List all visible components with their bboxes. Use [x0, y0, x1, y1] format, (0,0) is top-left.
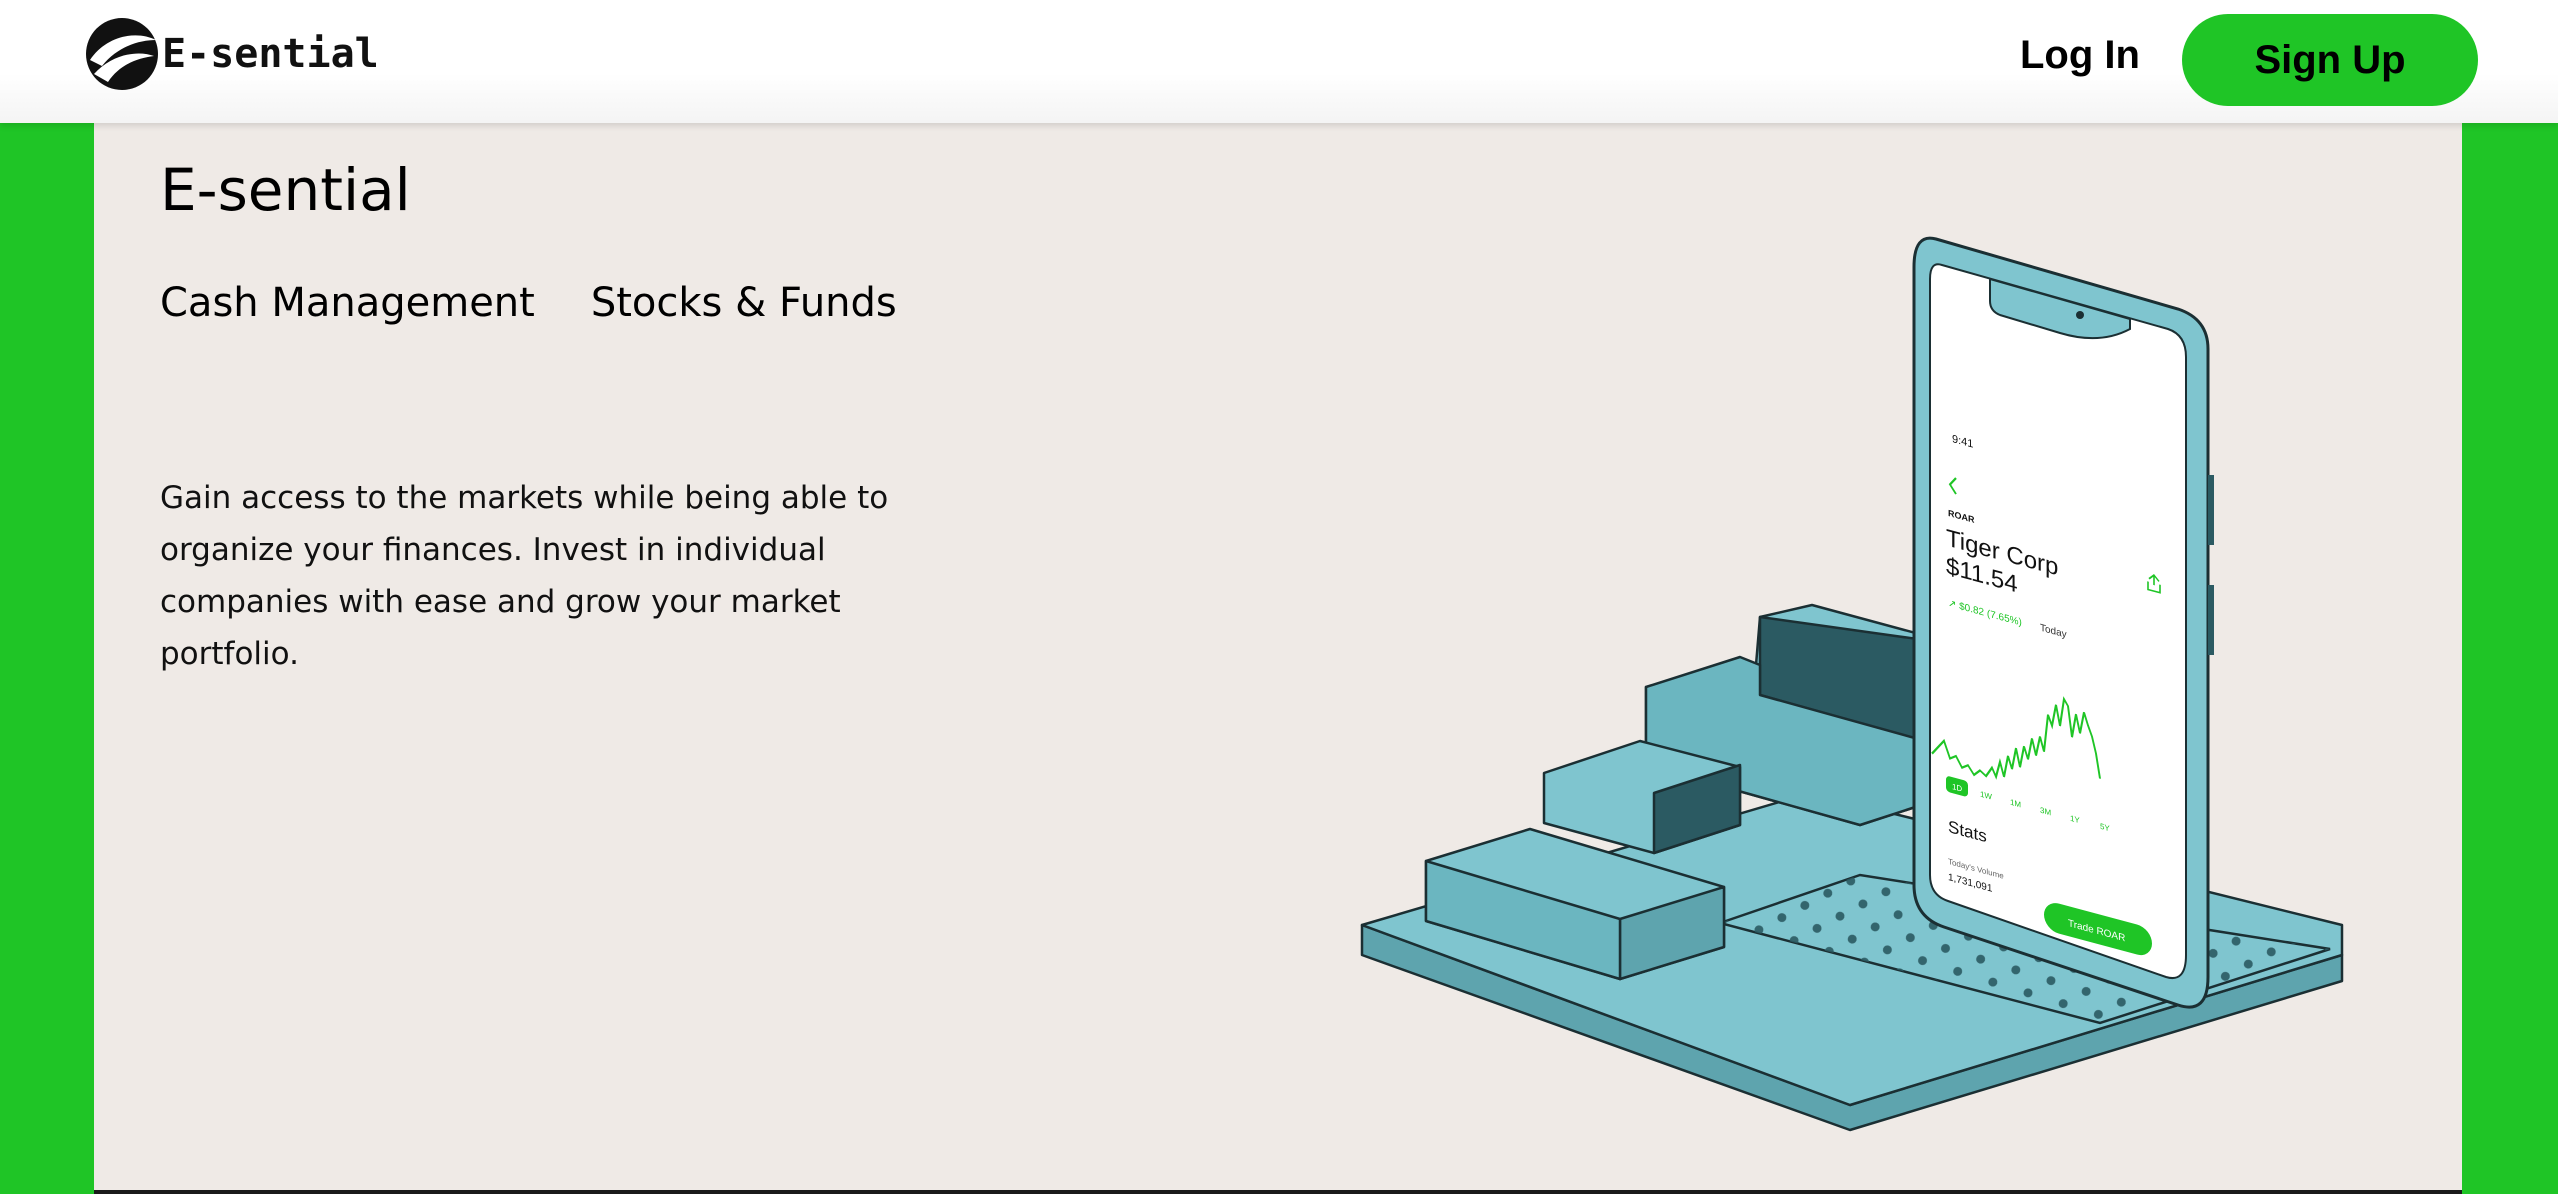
- brand-link[interactable]: E-sential: [84, 16, 379, 92]
- navbar: E-sential Log In Sign Up: [0, 0, 2558, 123]
- phone-device: [1912, 236, 2214, 1009]
- hero-title: E-sential: [160, 156, 411, 224]
- brand-logo-icon: [86, 18, 158, 90]
- hero-description: Gain access to the markets while being a…: [160, 480, 889, 672]
- page-divider: [94, 1190, 2462, 1194]
- tab-cash-management[interactable]: Cash Management: [160, 280, 535, 326]
- tab-stocks-funds[interactable]: Stocks & Funds: [591, 280, 897, 326]
- product-tabs: Cash Management Stocks & Funds: [160, 280, 953, 326]
- brand-name: E-sential: [162, 31, 379, 77]
- signup-button[interactable]: Sign Up: [2182, 14, 2478, 106]
- login-link[interactable]: Log In: [2020, 33, 2140, 78]
- phone-illustration: 9:41 ROAR Tiger Corp $11.54 ↗ $0.82 (7.6…: [1360, 236, 2344, 1132]
